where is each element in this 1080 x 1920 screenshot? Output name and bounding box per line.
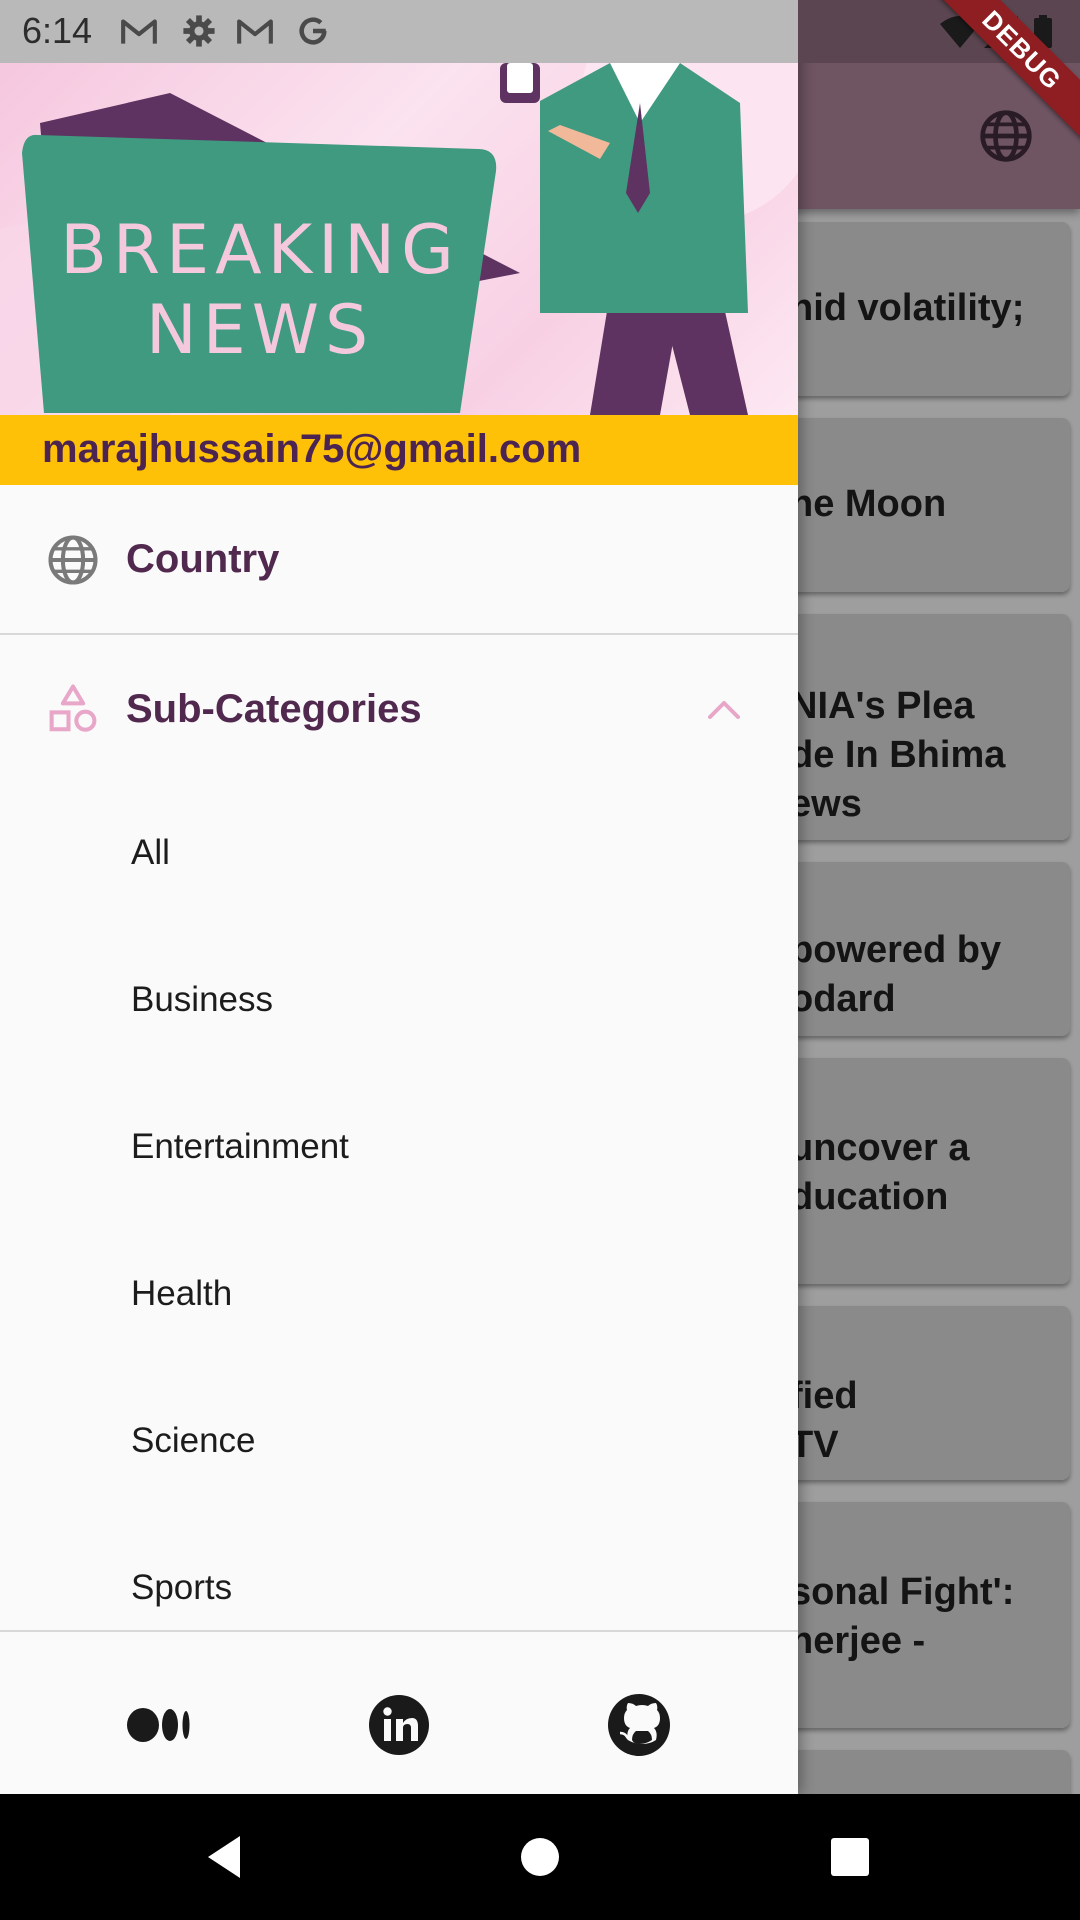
gmail-icon bbox=[237, 19, 273, 44]
status-bar: 6:14 bbox=[0, 0, 1080, 63]
sub-category-label: Business bbox=[131, 980, 274, 1019]
home-icon[interactable] bbox=[513, 1830, 567, 1884]
news-card-title: he Moon bbox=[790, 483, 947, 525]
status-time: 6:14 bbox=[22, 10, 93, 51]
news-card-title: fied TV bbox=[790, 1375, 858, 1466]
sub-category-item-entertainment[interactable]: Entertainment bbox=[0, 1077, 798, 1224]
news-card[interactable]: NIA's Plea de In Bhima ews bbox=[790, 614, 1070, 840]
drawer-header-image: BREAKING NEWS bbox=[0, 63, 798, 415]
news-card[interactable] bbox=[790, 1750, 1070, 1794]
gmail-icon bbox=[121, 19, 157, 44]
news-card[interactable]: powered by odard bbox=[790, 862, 1070, 1036]
sub-category-label: Health bbox=[131, 1274, 233, 1313]
news-card-title: powered by odard bbox=[790, 929, 1002, 1020]
news-card-title: uncover a ducation bbox=[790, 1127, 970, 1218]
chevron-up-icon[interactable] bbox=[706, 697, 742, 721]
recents-icon[interactable] bbox=[823, 1830, 877, 1884]
sub-categories-label: Sub-Categories bbox=[126, 687, 422, 731]
sub-category-item-sports[interactable]: Sports bbox=[0, 1518, 798, 1630]
breaking-news-illustration: BREAKING NEWS bbox=[0, 63, 798, 415]
news-card-title: nid volatility; bbox=[790, 287, 1025, 329]
sub-category-item-health[interactable]: Health bbox=[0, 1224, 798, 1371]
category-shapes-icon bbox=[49, 684, 97, 732]
account-email-strip: marajhussain75@gmail.com bbox=[0, 415, 798, 485]
sub-category-item-science[interactable]: Science bbox=[0, 1371, 798, 1518]
medium-icon[interactable] bbox=[126, 1692, 192, 1758]
breaking-label: BREAKING bbox=[60, 211, 460, 290]
news-card-title: NIA's Plea de In Bhima ews bbox=[790, 685, 1006, 825]
globe-icon bbox=[48, 535, 98, 585]
sub-category-item-all[interactable]: All bbox=[0, 783, 798, 930]
country-label: Country bbox=[126, 537, 280, 581]
back-icon[interactable] bbox=[200, 1830, 254, 1884]
sub-category-label: All bbox=[131, 833, 170, 872]
github-icon[interactable] bbox=[606, 1692, 672, 1758]
news-card[interactable]: uncover a ducation bbox=[790, 1058, 1070, 1284]
linkedin-icon[interactable] bbox=[366, 1692, 432, 1758]
news-label: NEWS bbox=[146, 291, 374, 370]
news-card[interactable]: he Moon bbox=[790, 418, 1070, 592]
settings-icon bbox=[183, 15, 215, 47]
news-card[interactable]: fied TV bbox=[790, 1306, 1070, 1480]
google-icon bbox=[299, 17, 327, 45]
sub-category-label: Sports bbox=[131, 1568, 233, 1607]
system-navigation-bar bbox=[0, 1794, 1080, 1920]
news-card-title: sonal Fight': nerjee - bbox=[790, 1571, 1015, 1662]
globe-icon[interactable] bbox=[978, 108, 1034, 164]
navigation-drawer: BREAKING NEWS marajhussain75@gmail.com C… bbox=[0, 0, 798, 1794]
news-card[interactable]: nid volatility; bbox=[790, 222, 1070, 396]
news-card[interactable]: sonal Fight': nerjee - bbox=[790, 1502, 1070, 1728]
sub-category-label: Entertainment bbox=[131, 1127, 349, 1166]
drawer-item-country[interactable]: Country bbox=[0, 485, 798, 633]
sub-category-item-business[interactable]: Business bbox=[0, 930, 798, 1077]
sub-categories-expansion-tile[interactable]: Sub-Categories bbox=[0, 635, 798, 785]
drawer-footer-links bbox=[0, 1632, 798, 1794]
account-email: marajhussain75@gmail.com bbox=[42, 427, 582, 471]
sub-category-label: Science bbox=[131, 1421, 256, 1460]
